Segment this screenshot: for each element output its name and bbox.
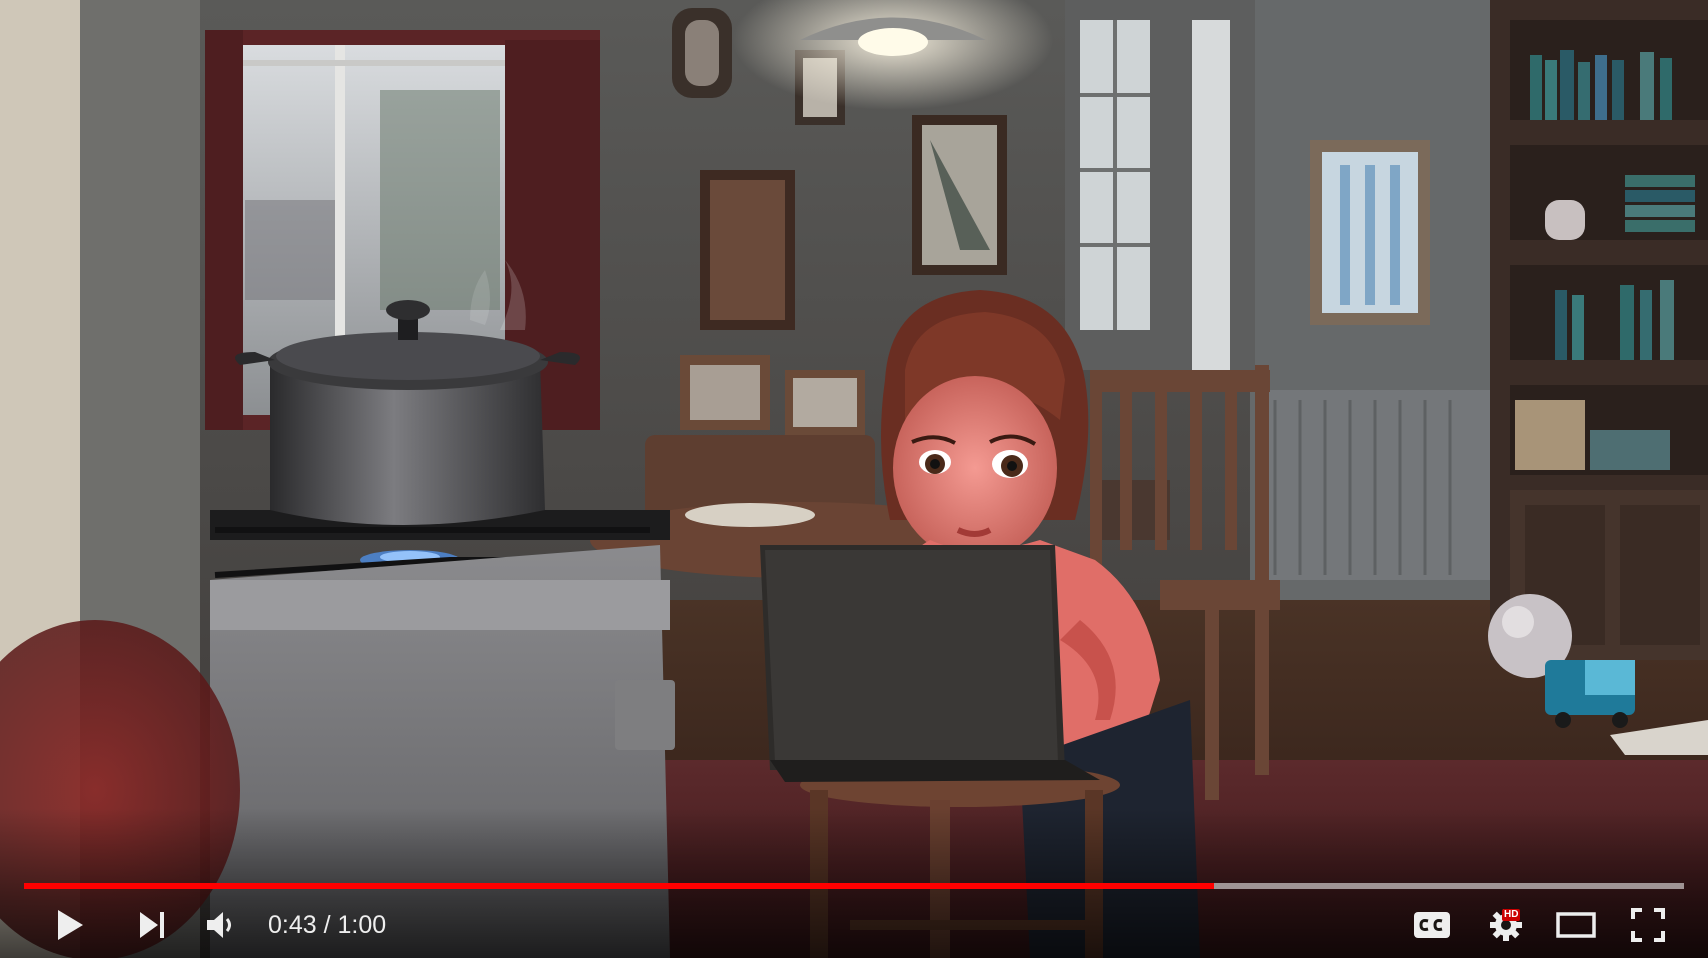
play-icon xyxy=(58,910,83,940)
closed-captions-icon xyxy=(1414,912,1450,938)
control-bar: 0:43 / 1:00 HD xyxy=(0,895,1708,955)
play-button[interactable] xyxy=(46,895,94,955)
video-player[interactable]: 0:43 / 1:00 HD xyxy=(0,0,1708,958)
video-frame[interactable] xyxy=(0,0,1708,958)
theater-mode-button[interactable] xyxy=(1552,895,1600,955)
video-scene-image xyxy=(0,0,1708,958)
skip-next-icon xyxy=(140,912,164,938)
progress-played xyxy=(24,883,1215,889)
time-separator: / xyxy=(323,911,331,939)
next-button[interactable] xyxy=(128,895,176,955)
fullscreen-button[interactable] xyxy=(1624,895,1672,955)
volume-icon xyxy=(207,912,231,938)
hd-badge: HD xyxy=(1502,909,1521,921)
fullscreen-icon xyxy=(1631,908,1665,942)
progress-bar[interactable] xyxy=(24,883,1684,889)
settings-button[interactable] xyxy=(1484,895,1528,955)
time-display: 0:43 / 1:00 xyxy=(268,895,386,955)
theater-mode-icon xyxy=(1556,912,1596,938)
duration: 1:00 xyxy=(337,911,387,939)
captions-button[interactable] xyxy=(1410,895,1454,955)
volume-button[interactable] xyxy=(198,895,246,955)
current-time: 0:43 xyxy=(268,911,317,939)
